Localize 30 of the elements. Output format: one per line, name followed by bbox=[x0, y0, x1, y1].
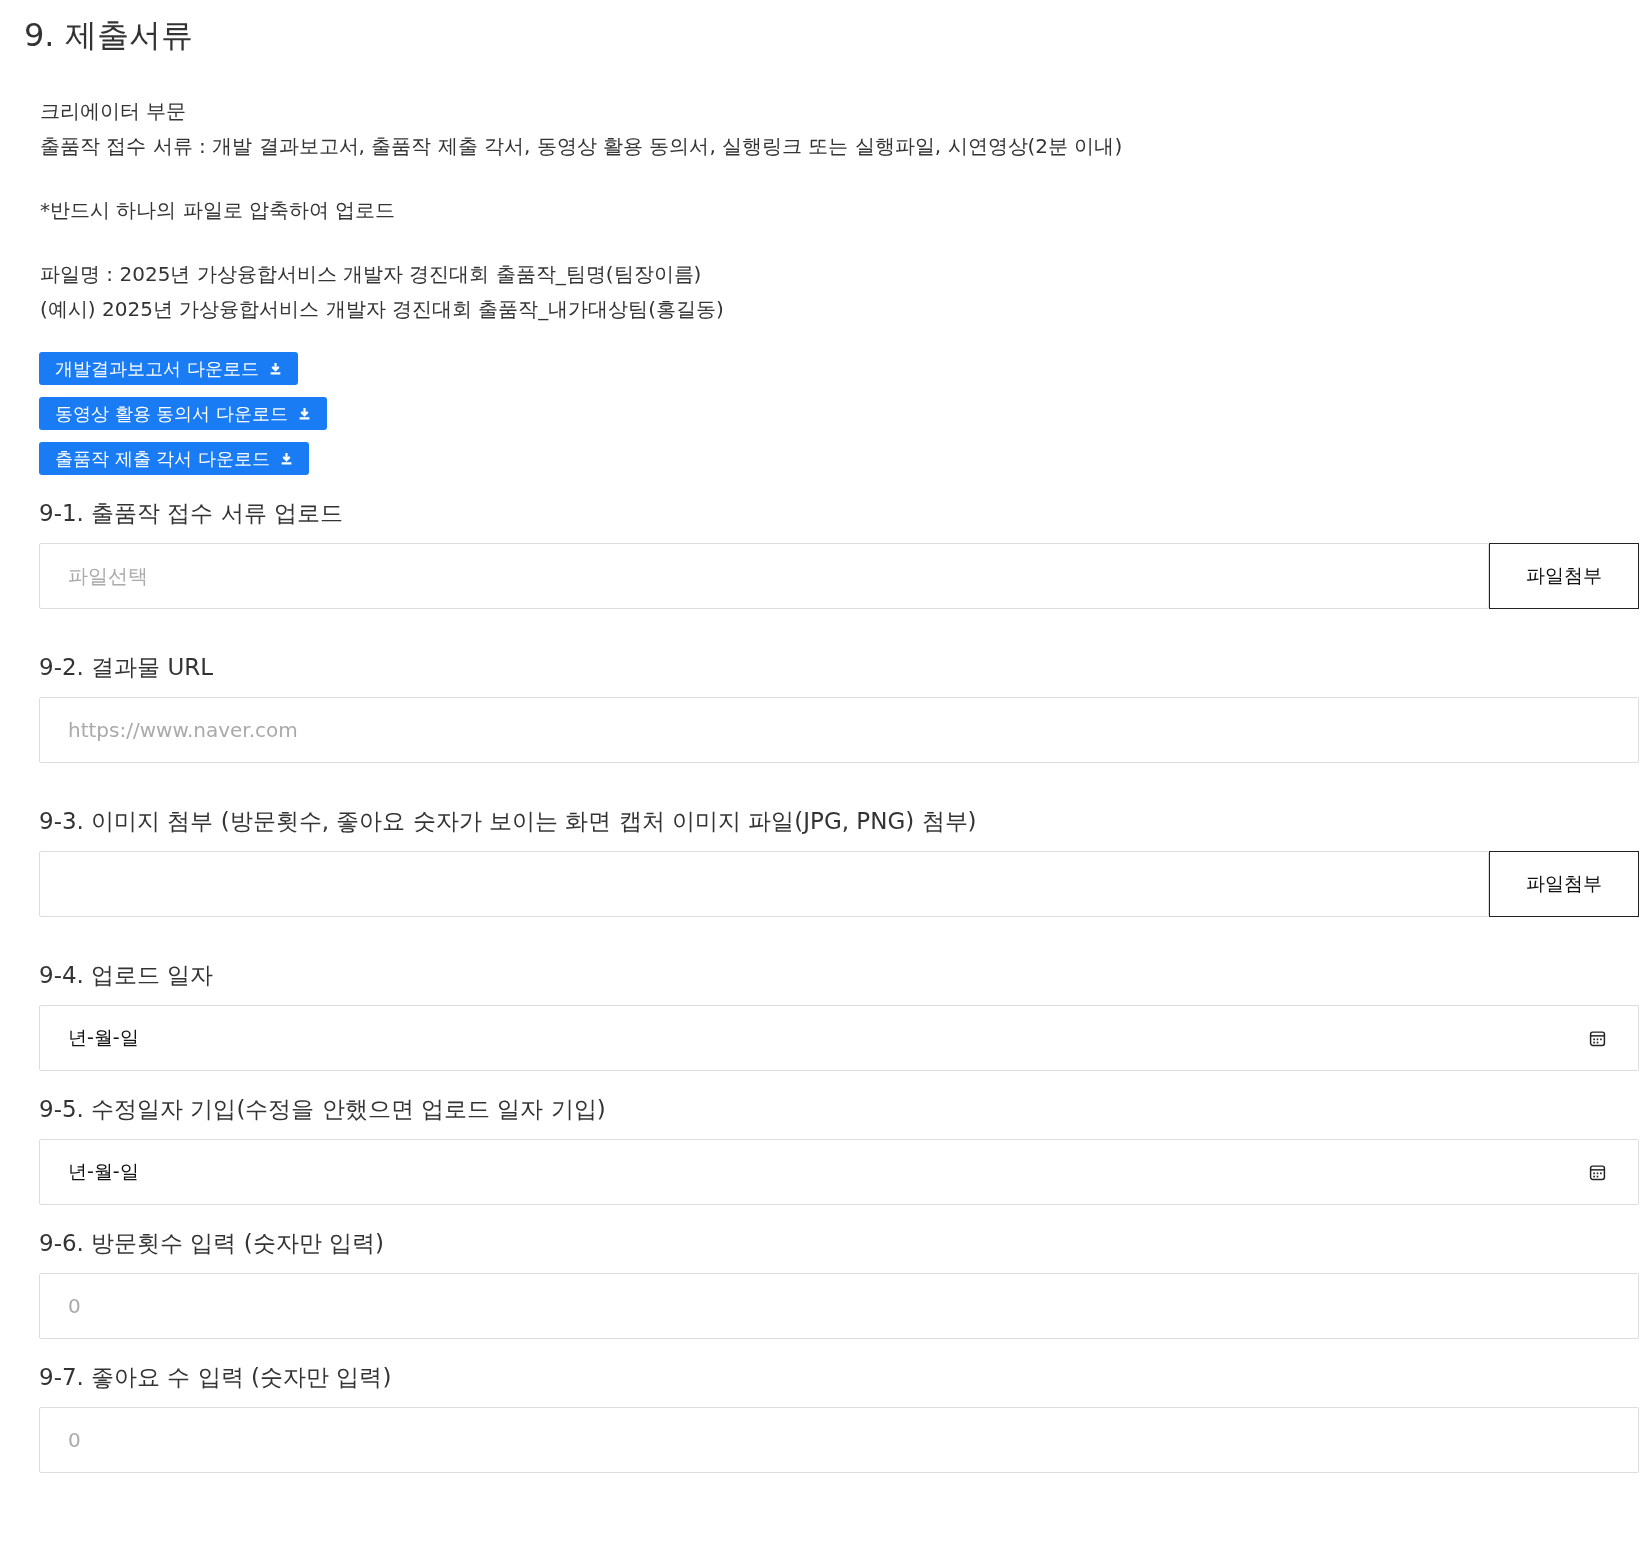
number-field[interactable]: 0 bbox=[39, 1407, 1639, 1473]
section-title: 9. 제출서류 bbox=[24, 15, 194, 56]
date-field[interactable]: 년-월-일 bbox=[39, 1139, 1639, 1205]
field-label: 9-4. 업로드 일자 bbox=[39, 961, 215, 990]
field-label: 9-7. 좋아요 수 입력 (숫자만 입력) bbox=[39, 1363, 393, 1392]
field-label: 9-5. 수정일자 기입(수정을 안했으면 업로드 일자 기입) bbox=[39, 1095, 607, 1124]
download-button[interactable]: 출품작 제출 각서 다운로드 bbox=[39, 442, 310, 475]
field-label: 9-6. 방문횟수 입력 (숫자만 입력) bbox=[39, 1229, 386, 1258]
info-text: (예시) 2025년 가상융합서비스 개발자 경진대회 출품작_내가대상팀(홍길동) bbox=[40, 296, 725, 323]
field-label: 9-1. 출품작 접수 서류 업로드 bbox=[39, 499, 345, 528]
download-icon bbox=[268, 362, 282, 375]
download-icon bbox=[280, 452, 294, 465]
date-field[interactable]: 년-월-일 bbox=[39, 1005, 1639, 1071]
calendar-icon[interactable] bbox=[1589, 1163, 1606, 1181]
info-text: 크리에이터 부문 bbox=[40, 98, 188, 125]
number-field[interactable]: 0 bbox=[39, 1273, 1639, 1339]
attach-file-button[interactable]: 파일첨부 bbox=[1489, 851, 1639, 917]
info-text: *반드시 하나의 파일로 압축하여 업로드 bbox=[40, 197, 397, 224]
file-name-field[interactable] bbox=[39, 851, 1489, 917]
url-field[interactable]: https://www.naver.com bbox=[39, 697, 1639, 763]
field-label: 9-3. 이미지 첨부 (방문횟수, 좋아요 숫자가 보이는 화면 캡처 이미지 파일(JPG, PNG) 첨부) bbox=[39, 807, 978, 836]
download-icon bbox=[298, 407, 312, 420]
file-name-field[interactable]: 파일선택 bbox=[39, 543, 1489, 609]
attach-file-button[interactable]: 파일첨부 bbox=[1489, 543, 1639, 609]
download-button[interactable]: 개발결과보고서 다운로드 bbox=[39, 352, 298, 385]
download-button[interactable]: 동영상 활용 동의서 다운로드 bbox=[39, 397, 328, 430]
info-text: 파일명 : 2025년 가상융합서비스 개발자 경진대회 출품작_팀명(팀장이름) bbox=[40, 261, 703, 288]
info-text: 출품작 접수 서류 : 개발 결과보고서, 출품작 제출 각서, 동영상 활용 동의서, 실행링크 또는 실행파일, 시연영상(2분 이내) bbox=[40, 133, 1124, 160]
calendar-icon[interactable] bbox=[1589, 1029, 1606, 1047]
field-label: 9-2. 결과물 URL bbox=[39, 653, 215, 682]
